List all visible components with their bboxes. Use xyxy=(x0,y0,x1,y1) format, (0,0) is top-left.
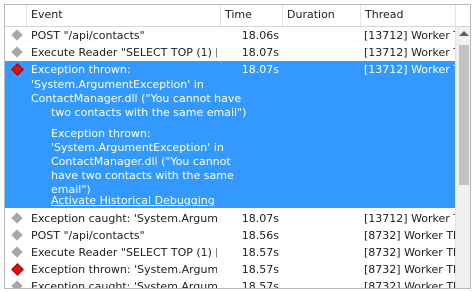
time-value: 18.07s xyxy=(241,63,279,76)
exception-icon xyxy=(5,61,27,78)
column-header-thread[interactable]: Thread xyxy=(361,5,455,26)
activate-historical-debugging-link[interactable]: Activate Historical Debugging xyxy=(51,194,241,208)
time-value: 18.07s xyxy=(241,46,279,59)
event-cell: Exception thrown: xyxy=(31,63,131,76)
header-icon-column[interactable] xyxy=(5,5,27,26)
event-type-icon xyxy=(5,278,27,288)
table-row-selected[interactable]: Exception thrown: 18.07s [13712] Worker … xyxy=(5,61,455,208)
thread-cell: [13712] Worker T... xyxy=(364,63,455,76)
table-row[interactable]: Execute Reader "SELECT TOP (1) [Exte... … xyxy=(5,244,455,261)
time-cell: 18.07s xyxy=(221,61,283,78)
event-cell: POST "/api/contacts" xyxy=(31,29,145,42)
event-type-icon xyxy=(5,44,27,61)
time-cell: 18.07s xyxy=(221,210,283,227)
event-type-icon xyxy=(5,210,27,227)
time-cell: 18.06s xyxy=(221,27,283,44)
diagnostic-events-table: Event Time Duration Thread POST "/api/co… xyxy=(4,4,471,289)
time-cell: 18.57s xyxy=(221,244,283,261)
event-type-icon xyxy=(5,27,27,44)
event-cell: Exception caught: 'System.ArgumentE... xyxy=(31,212,217,225)
time-cell: 18.56s xyxy=(221,227,283,244)
time-cell: 18.57s xyxy=(221,278,283,289)
table-header: Event Time Duration Thread xyxy=(5,5,470,27)
exception-detail-line: ContactManager.dll ("You cannot have xyxy=(31,92,242,105)
table-row[interactable]: Execute Reader "SELECT TOP (1) [Exte... … xyxy=(5,44,455,61)
thread-cell: [8732] Worker Th... xyxy=(364,246,455,259)
table-row[interactable]: POST "/api/contacts" 18.06s [13712] Work… xyxy=(5,27,455,44)
event-type-icon xyxy=(5,227,27,244)
time-cell: 18.07s xyxy=(221,44,283,61)
exception-sub-detail: 'System.ArgumentException' in xyxy=(51,141,224,154)
exception-sub-detail: have two contacts with the same xyxy=(51,169,234,182)
vertical-scrollbar[interactable] xyxy=(455,27,470,288)
event-cell: Exception thrown: 'System.ArgumentE... xyxy=(31,263,217,276)
table-row[interactable]: Exception caught: 'System.ArgumentE... 1… xyxy=(5,210,455,227)
scrollbar-thumb[interactable] xyxy=(459,45,469,185)
thread-cell: [8732] Worker Th... xyxy=(364,229,455,242)
thread-cell: [13712] Worker T... xyxy=(364,29,455,42)
time-value: 18.57s xyxy=(241,246,279,259)
table-body: POST "/api/contacts" 18.06s [13712] Work… xyxy=(5,27,455,289)
time-value: 18.56s xyxy=(241,229,279,242)
event-type-icon xyxy=(5,244,27,261)
time-value: 18.06s xyxy=(241,29,279,42)
column-header-time[interactable]: Time xyxy=(221,5,283,26)
table-row[interactable]: Exception thrown: 'System.ArgumentE... 1… xyxy=(5,261,455,278)
exception-detail-line: 'System.ArgumentException' in xyxy=(31,78,204,91)
event-cell: Execute Reader "SELECT TOP (1) [Exte... xyxy=(31,246,217,259)
header-scroll-spacer xyxy=(455,5,470,26)
table-row[interactable]: Exception caught: 'System.ArgumentE... 1… xyxy=(5,278,455,289)
event-cell: Exception caught: 'System.ArgumentE... xyxy=(31,280,217,289)
column-header-duration[interactable]: Duration xyxy=(283,5,361,26)
event-cell: Execute Reader "SELECT TOP (1) [Exte... xyxy=(31,46,217,59)
column-header-event[interactable]: Event xyxy=(27,5,221,26)
thread-cell: [13712] Worker T... xyxy=(364,212,455,225)
exception-sub-detail: Exception thrown: xyxy=(51,127,151,140)
thread-cell: [8732] Worker Th... xyxy=(364,263,455,276)
time-value: 18.57s xyxy=(241,263,279,276)
exception-sub-detail: ContactManager.dll ("You cannot xyxy=(51,155,231,168)
time-cell: 18.57s xyxy=(221,261,283,278)
event-cell: POST "/api/contacts" xyxy=(31,229,145,242)
time-value: 18.07s xyxy=(241,212,279,225)
exception-detail-line: two contacts with the same email") xyxy=(51,106,247,119)
scroll-up-arrow-icon[interactable] xyxy=(459,31,469,36)
table-row[interactable]: POST "/api/contacts" 18.56s [8732] Worke… xyxy=(5,227,455,244)
thread-cell: [13712] Worker T... xyxy=(364,46,455,59)
thread-cell: [8732] Worker Th... xyxy=(364,280,455,289)
exception-icon xyxy=(5,261,27,278)
time-value: 18.57s xyxy=(241,280,279,289)
